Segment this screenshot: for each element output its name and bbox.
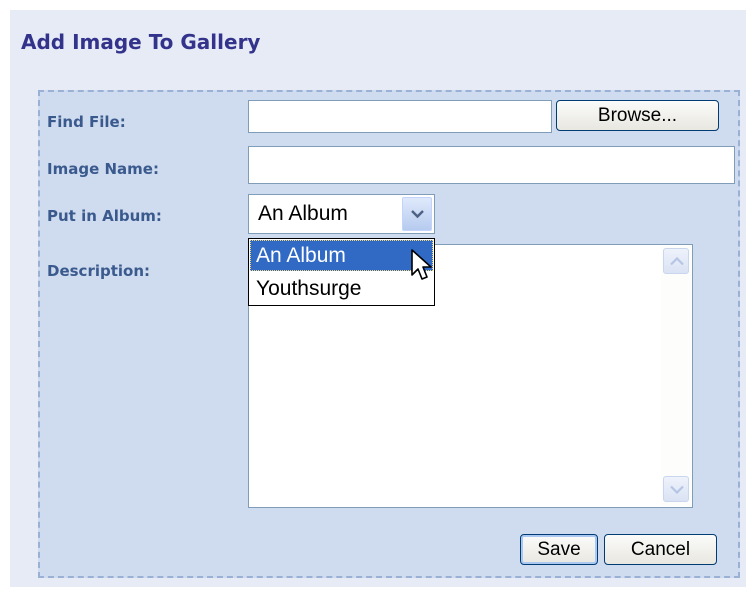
cancel-button[interactable]: Cancel xyxy=(604,534,717,565)
image-name-label: Image Name: xyxy=(47,160,159,178)
scroll-up-button[interactable] xyxy=(663,248,689,274)
album-select-value: An Album xyxy=(258,202,348,225)
album-option[interactable]: An Album xyxy=(250,240,433,271)
album-label: Put in Album: xyxy=(47,207,162,225)
save-button[interactable]: Save xyxy=(520,534,598,565)
description-label: Description: xyxy=(47,262,151,280)
find-file-label: Find File: xyxy=(47,113,126,131)
find-file-input[interactable] xyxy=(248,100,552,133)
select-dropdown-button[interactable] xyxy=(402,197,432,231)
scroll-down-button[interactable] xyxy=(663,476,689,502)
image-name-input[interactable] xyxy=(248,146,735,184)
album-dropdown-list[interactable]: An Album Youthsurge xyxy=(248,238,435,306)
chevron-down-icon xyxy=(411,210,424,219)
album-option[interactable]: Youthsurge xyxy=(250,273,433,304)
arrow-up-icon xyxy=(670,257,684,266)
mouse-pointer-icon xyxy=(411,249,432,280)
album-select[interactable]: An Album xyxy=(248,194,435,234)
browse-button[interactable]: Browse... xyxy=(556,100,719,131)
arrow-down-icon xyxy=(670,485,684,494)
description-scrollbar[interactable] xyxy=(661,246,691,506)
page-title: Add Image To Gallery xyxy=(21,30,261,54)
